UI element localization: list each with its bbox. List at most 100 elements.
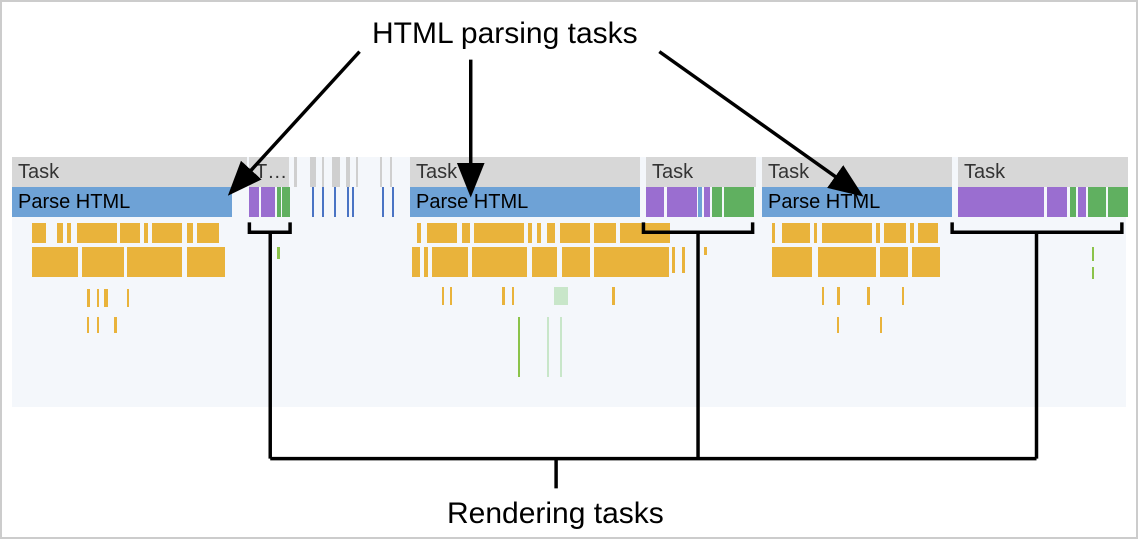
flame-bar[interactable]: [528, 223, 532, 243]
flame-bar[interactable]: [424, 247, 428, 277]
flame-bar[interactable]: [197, 223, 219, 243]
flame-bar[interactable]: [912, 247, 940, 277]
flame-bar[interactable]: [144, 223, 148, 243]
render-segment[interactable]: [1078, 187, 1086, 217]
render-segment[interactable]: [249, 187, 259, 217]
flame-bar[interactable]: [537, 223, 541, 243]
flame-bar[interactable]: [1092, 247, 1094, 261]
flame-bar[interactable]: [867, 287, 870, 305]
flame-bar[interactable]: [32, 247, 78, 277]
flame-bar[interactable]: [560, 317, 562, 377]
flame-bar[interactable]: [620, 223, 670, 243]
render-segment[interactable]: [704, 187, 710, 217]
flame-chart-panel: Task T… Task Task Task Task Parse HTML: [12, 157, 1126, 407]
flame-bar[interactable]: [57, 223, 63, 243]
flame-bar[interactable]: [910, 223, 914, 243]
flame-bar[interactable]: [512, 287, 514, 305]
flame-bar[interactable]: [87, 317, 89, 333]
flame-bar[interactable]: [547, 223, 555, 243]
flame-bar[interactable]: [880, 317, 882, 333]
task-block-3[interactable]: Task: [410, 157, 640, 187]
flame-bar[interactable]: [594, 223, 616, 243]
flame-bar[interactable]: [822, 223, 872, 243]
flame-bar[interactable]: [547, 317, 549, 377]
tiny-task: [347, 187, 349, 217]
flame-bar[interactable]: [594, 247, 669, 277]
flame-bar[interactable]: [560, 223, 590, 243]
parse-html-block-2[interactable]: Parse HTML: [410, 187, 640, 217]
flame-bar[interactable]: [127, 289, 129, 307]
flame-bar[interactable]: [97, 317, 99, 333]
flame-bar[interactable]: [814, 223, 817, 243]
flame-bar[interactable]: [837, 287, 840, 305]
flame-bar[interactable]: [474, 223, 524, 243]
flame-bar[interactable]: [114, 317, 117, 333]
flame-bar[interactable]: [782, 223, 810, 243]
flame-bar[interactable]: [462, 223, 470, 243]
flame-bar[interactable]: [822, 287, 824, 305]
render-segment[interactable]: [282, 187, 290, 217]
flame-bar[interactable]: [97, 289, 99, 307]
flame-bar[interactable]: [918, 223, 938, 243]
flame-bar[interactable]: [518, 317, 520, 377]
flame-bar[interactable]: [187, 223, 193, 243]
flame-bar[interactable]: [818, 247, 876, 277]
render-segment[interactable]: [277, 187, 281, 217]
flame-bar[interactable]: [554, 287, 568, 305]
flame-bar[interactable]: [87, 289, 90, 307]
task-row: Task T… Task Task Task Task: [12, 157, 1126, 187]
flame-bar[interactable]: [442, 287, 444, 305]
task-block-6[interactable]: Task: [958, 157, 1128, 187]
flame-bar[interactable]: [612, 287, 615, 305]
flame-bar[interactable]: [837, 317, 839, 333]
task-sliver: [356, 157, 358, 187]
render-segment[interactable]: [1108, 187, 1128, 217]
render-segment[interactable]: [712, 187, 722, 217]
render-segment[interactable]: [1088, 187, 1106, 217]
flame-bar[interactable]: [902, 287, 904, 305]
render-segment[interactable]: [261, 187, 275, 217]
flame-bar[interactable]: [77, 223, 117, 243]
flame-bar[interactable]: [152, 223, 182, 243]
parse-html-block-1[interactable]: Parse HTML: [12, 187, 232, 217]
flame-bar[interactable]: [432, 247, 468, 277]
flame-bar[interactable]: [876, 223, 880, 243]
task-block-2[interactable]: T…: [249, 157, 289, 187]
render-segment[interactable]: [1070, 187, 1076, 217]
flame-bar[interactable]: [1092, 267, 1094, 279]
flame-bar[interactable]: [67, 223, 71, 243]
flame-bar[interactable]: [187, 247, 225, 277]
flame-bar[interactable]: [772, 247, 812, 277]
parse-html-block-3[interactable]: Parse HTML: [762, 187, 952, 217]
render-segment[interactable]: [958, 187, 1044, 217]
flame-bar[interactable]: [427, 223, 457, 243]
flame-bar[interactable]: [277, 247, 280, 259]
task-sliver: [322, 157, 324, 187]
render-segment[interactable]: [724, 187, 754, 217]
render-segment[interactable]: [1047, 187, 1067, 217]
render-segment[interactable]: [646, 187, 664, 217]
flame-bar[interactable]: [472, 247, 527, 277]
flame-bar[interactable]: [417, 223, 421, 243]
flame-bar[interactable]: [450, 287, 452, 305]
flame-bar[interactable]: [880, 247, 908, 277]
task-block-1[interactable]: Task: [12, 157, 247, 187]
flame-bar[interactable]: [884, 223, 906, 243]
flame-bar[interactable]: [772, 223, 775, 243]
flame-bar[interactable]: [120, 223, 140, 243]
task-block-5[interactable]: Task: [762, 157, 952, 187]
render-segment[interactable]: [698, 187, 702, 217]
flame-bar[interactable]: [672, 247, 675, 273]
render-segment[interactable]: [667, 187, 697, 217]
flame-bar[interactable]: [32, 223, 46, 243]
flame-bar[interactable]: [532, 247, 557, 277]
flame-bar[interactable]: [704, 247, 707, 255]
flame-bar[interactable]: [104, 289, 108, 307]
flame-bar[interactable]: [82, 247, 124, 277]
flame-bar[interactable]: [127, 247, 182, 277]
flame-bar[interactable]: [412, 247, 420, 277]
flame-bar[interactable]: [502, 287, 505, 305]
flame-bar[interactable]: [562, 247, 590, 277]
task-block-4[interactable]: Task: [646, 157, 756, 187]
flame-bar[interactable]: [682, 247, 685, 273]
